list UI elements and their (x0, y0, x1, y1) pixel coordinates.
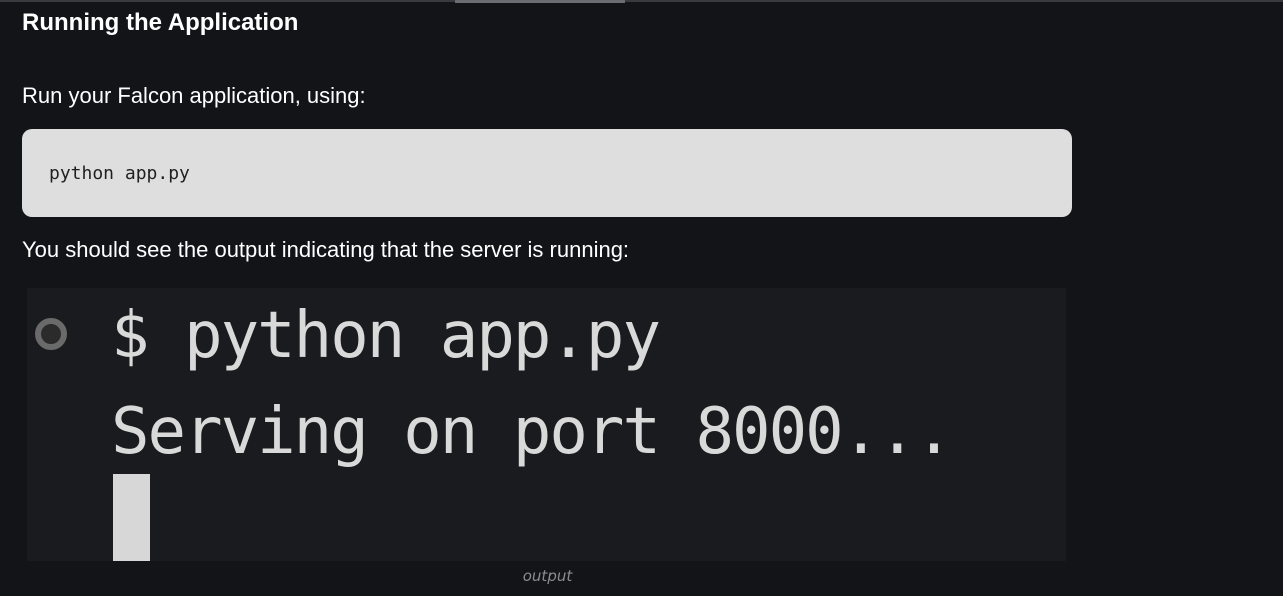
active-tab-indicator (455, 0, 625, 3)
terminal-cursor-icon (113, 474, 150, 561)
terminal-output-image: $ python app.py Serving on port 8000... (27, 288, 1066, 561)
terminal-command-line: $ python app.py (111, 299, 661, 373)
output-paragraph: You should see the output indicating tha… (22, 237, 630, 262)
top-divider (0, 0, 1283, 2)
image-caption: output (522, 567, 573, 585)
terminal-output-line: Serving on port 8000... (111, 395, 953, 469)
terminal-status-circle-icon (35, 318, 67, 350)
code-block[interactable]: python app.py (22, 129, 1072, 217)
section-heading: Running the Application (22, 9, 299, 36)
code-text[interactable]: python app.py (49, 163, 190, 184)
intro-paragraph: Run your Falcon application, using: (22, 83, 366, 108)
